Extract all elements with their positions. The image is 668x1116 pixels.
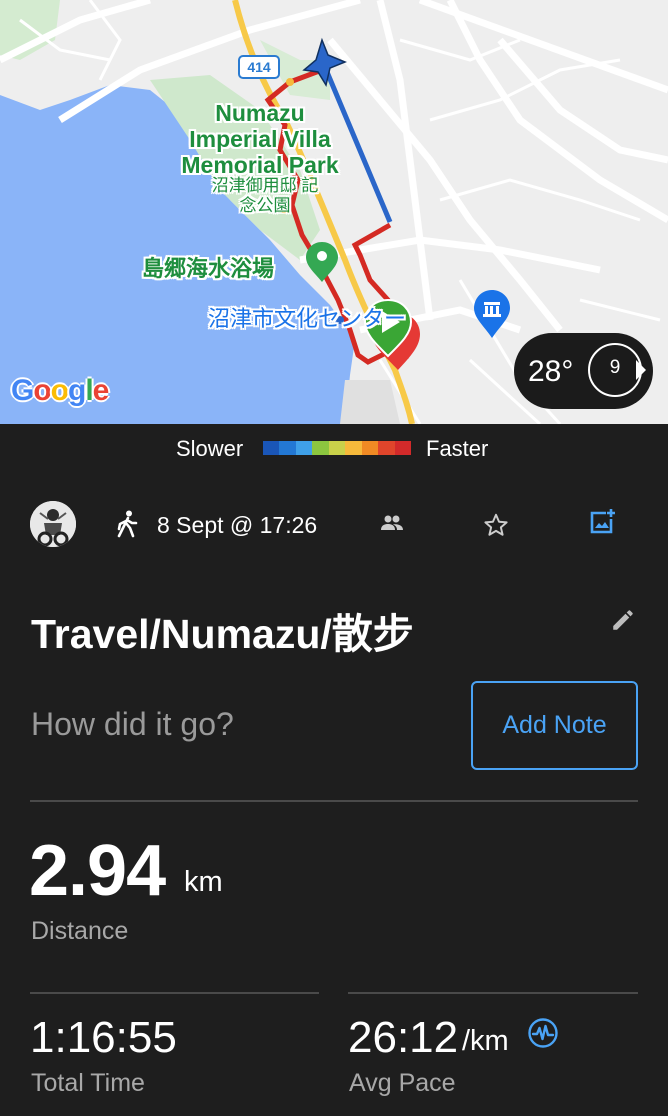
activity-title: Travel/Numazu/散步 [31,611,414,657]
beach-label: 島郷海水浴場 [142,256,275,281]
gradient-swatch [312,441,329,455]
park-label-ja: 沼津御用邸 記念公園 [211,176,319,215]
note-prompt[interactable]: How did it go? [31,706,234,743]
google-logo-letter: G [11,374,34,407]
gradient-swatch [378,441,395,455]
avatar[interactable] [30,501,76,547]
culture-center-label: 沼津市文化センター [208,306,407,331]
route-map[interactable]: 414 Numazu Imperial Villa Memorial Park … [0,0,668,424]
people-icon[interactable] [380,514,404,537]
google-logo: Google [11,374,110,408]
gradient-swatch [295,441,313,455]
activity-info-row: 8 Sept @ 17:26 [0,498,668,553]
wind-speed: 9 [609,357,621,378]
google-logo-letter: l [85,374,93,407]
gradient-swatch [394,441,411,455]
divider [30,992,319,994]
legend-faster-label: Faster [426,436,489,461]
distance-label: Distance [31,917,129,945]
gradient-swatch [263,441,280,455]
avg-pace-unit: /km [462,1025,509,1057]
park-label-en: Numazu Imperial Villa Memorial Park [181,100,339,178]
gradient-swatch [328,441,346,455]
distance-unit: km [184,866,223,898]
total-time-label: Total Time [31,1069,145,1097]
avg-pace-value: 26:12 [348,1013,459,1062]
google-logo-letter: o [50,374,69,407]
gradient-swatch [345,441,362,455]
edit-pencil-icon[interactable] [610,607,636,638]
distance-value: 2.94 [29,831,166,911]
road-number-badge: 414 [238,55,280,79]
star-icon[interactable] [483,512,509,543]
google-logo-letter: o [33,374,51,407]
avg-pace-label: Avg Pace [349,1069,456,1097]
add-note-button[interactable]: Add Note [471,681,638,770]
pace-chart-icon[interactable] [527,1017,559,1054]
gradient-swatch [361,441,379,455]
temperature: 28° [528,355,574,388]
legend-slower-label: Slower [176,436,244,461]
activity-date: 8 Sept @ 17:26 [157,512,318,538]
google-logo-letter: e [92,374,110,407]
gradient-swatch [279,441,296,455]
walking-icon [115,510,139,543]
add-photo-icon[interactable] [588,508,616,541]
pace-gradient-bar [263,441,411,455]
google-logo-letter: g [68,374,86,407]
divider [30,800,638,802]
divider [348,992,638,994]
pace-legend: Slower Faster [0,424,668,474]
total-time-value: 1:16:55 [30,1013,177,1062]
